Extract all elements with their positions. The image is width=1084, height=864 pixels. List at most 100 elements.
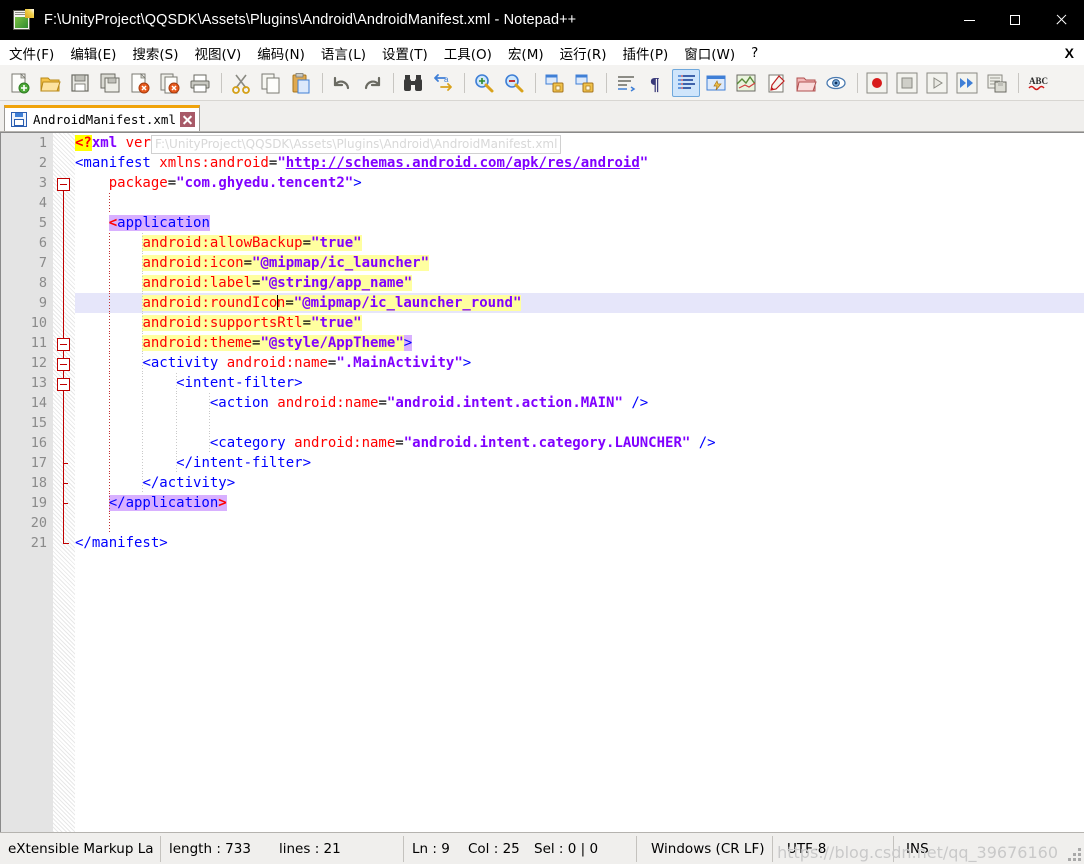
toolbar-button-sync-horizontal-scroll[interactable]: [571, 69, 599, 97]
tab-androidmanifest-xml[interactable]: AndroidManifest.xml: [4, 105, 200, 131]
code-line[interactable]: <activity android:name=".MainActivity">: [75, 353, 1084, 373]
code-line[interactable]: <intent-filter>: [75, 373, 1084, 393]
fold-row[interactable]: [53, 393, 75, 413]
code-line[interactable]: </application>: [75, 493, 1084, 513]
toolbar-button-open-folder[interactable]: [36, 69, 64, 97]
toolbar-button-document-map[interactable]: [732, 69, 760, 97]
menu-item-macro[interactable]: 宏(M): [501, 41, 551, 65]
fold-row[interactable]: [53, 533, 75, 553]
toolbar-button-copy[interactable]: [257, 69, 285, 97]
toolbar-button-record-macro[interactable]: [863, 69, 891, 97]
code-line[interactable]: <category android:name="android.intent.c…: [75, 433, 1084, 453]
menu-item-help[interactable]: ?: [744, 43, 765, 63]
code-line[interactable]: android:label="@string/app_name": [75, 273, 1084, 293]
fold-row[interactable]: [53, 413, 75, 433]
code-canvas[interactable]: <?xml version="1.0" encoding="utf-8"?> <m…: [75, 133, 1084, 832]
code-line[interactable]: <manifest xmlns:android="http://schemas.…: [75, 153, 1084, 173]
fold-collapse-icon[interactable]: [57, 378, 70, 391]
toolbar-button-user-defined-language[interactable]: [702, 69, 730, 97]
menu-item-search[interactable]: 搜索(S): [125, 41, 185, 65]
toolbar-button-function-list[interactable]: [762, 69, 790, 97]
toolbar-button-sync-vertical-scroll[interactable]: [541, 69, 569, 97]
toolbar-button-paste[interactable]: [287, 69, 315, 97]
resize-grip[interactable]: [1068, 848, 1081, 861]
toolbar-button-replace[interactable]: a: [429, 69, 457, 97]
code-line[interactable]: </intent-filter>: [75, 453, 1084, 473]
fold-collapse-icon[interactable]: [57, 338, 70, 351]
maximize-button[interactable]: [992, 0, 1038, 40]
code-line[interactable]: package="com.ghyedu.tencent2">: [75, 173, 1084, 193]
toolbar-button-zoom-out[interactable]: [500, 69, 528, 97]
toolbar-button-run-macro-multiple[interactable]: [953, 69, 981, 97]
toolbar-button-indent-guide[interactable]: [672, 68, 700, 97]
toolbar-button-print[interactable]: [186, 69, 214, 97]
code-line[interactable]: [75, 513, 1084, 533]
code-line[interactable]: android:theme="@style/AppTheme">: [75, 333, 1084, 353]
fold-row[interactable]: [53, 273, 75, 293]
code-line[interactable]: android:allowBackup="true": [75, 233, 1084, 253]
fold-row[interactable]: [53, 513, 75, 533]
tab-close-icon[interactable]: [180, 112, 195, 127]
menu-item-run[interactable]: 运行(R): [553, 41, 614, 65]
code-line[interactable]: [75, 193, 1084, 213]
fold-row[interactable]: [53, 353, 75, 373]
fold-row[interactable]: [53, 433, 75, 453]
fold-row[interactable]: [53, 253, 75, 273]
fold-row[interactable]: [53, 153, 75, 173]
toolbar-button-find-binoculars[interactable]: [399, 69, 427, 97]
toolbar-button-monitor-eye[interactable]: [822, 69, 850, 97]
fold-row[interactable]: [53, 453, 75, 473]
code-line[interactable]: android:supportsRtl="true": [75, 313, 1084, 333]
toolbar-button-redo-arrow[interactable]: [358, 69, 386, 97]
code-line[interactable]: <application: [75, 213, 1084, 233]
fold-row[interactable]: [53, 493, 75, 513]
menu-item-window[interactable]: 窗口(W): [677, 41, 742, 65]
menu-item-language[interactable]: 语言(L): [314, 41, 373, 65]
menu-item-encoding[interactable]: 编码(N): [250, 41, 312, 65]
toolbar-button-folder-as-workspace[interactable]: [792, 69, 820, 97]
close-button[interactable]: [1038, 0, 1084, 40]
menu-item-file[interactable]: 文件(F): [2, 41, 61, 65]
toolbar-button-new-file[interactable]: [6, 69, 34, 97]
fold-row[interactable]: [53, 233, 75, 253]
fold-row[interactable]: [53, 213, 75, 233]
toolbar-button-show-all-chars-pilcrow[interactable]: ¶: [642, 69, 670, 97]
fold-collapse-icon[interactable]: [57, 178, 70, 191]
fold-collapse-icon[interactable]: [57, 358, 70, 371]
toolbar-button-save-macro[interactable]: [983, 69, 1011, 97]
toolbar-button-word-wrap[interactable]: [612, 69, 640, 97]
toolbar-button-close-all-files[interactable]: [156, 69, 184, 97]
toolbar-button-save-all[interactable]: [96, 69, 124, 97]
menu-item-plugins[interactable]: 插件(P): [616, 41, 676, 65]
fold-row[interactable]: [53, 333, 75, 353]
toolbar-button-play-macro[interactable]: [923, 69, 951, 97]
code-line[interactable]: android:icon="@mipmap/ic_launcher": [75, 253, 1084, 273]
toolbar-button-save[interactable]: [66, 69, 94, 97]
menu-item-view[interactable]: 视图(V): [188, 41, 249, 65]
fold-row[interactable]: [53, 373, 75, 393]
toolbar-button-undo-arrow[interactable]: [328, 69, 356, 97]
fold-row[interactable]: [53, 193, 75, 213]
toolbar-button-cut-scissors[interactable]: [227, 69, 255, 97]
toolbar-button-stop-macro[interactable]: [893, 69, 921, 97]
fold-row[interactable]: [53, 313, 75, 333]
code-line[interactable]: [75, 413, 1084, 433]
toolbar-button-close-file[interactable]: [126, 69, 154, 97]
code-line[interactable]: <?xml version="1.0" encoding="utf-8"?>: [75, 133, 1084, 153]
menu-item-tools[interactable]: 工具(O): [437, 41, 499, 65]
fold-row[interactable]: [53, 473, 75, 493]
code-line[interactable]: android:roundIcon="@mipmap/ic_launcher_r…: [75, 293, 1084, 313]
fold-row[interactable]: [53, 173, 75, 193]
minimize-button[interactable]: [946, 0, 992, 40]
menu-item-edit[interactable]: 编辑(E): [63, 41, 123, 65]
close-document-button[interactable]: X: [1065, 45, 1074, 61]
fold-row[interactable]: [53, 293, 75, 313]
fold-row[interactable]: [53, 133, 75, 153]
menu-item-settings[interactable]: 设置(T): [375, 41, 435, 65]
code-line[interactable]: </manifest>: [75, 533, 1084, 553]
code-line[interactable]: </activity>: [75, 473, 1084, 493]
code-line[interactable]: <action android:name="android.intent.act…: [75, 393, 1084, 413]
toolbar-button-spell-check-abc[interactable]: ABC: [1024, 69, 1052, 97]
fold-margin[interactable]: [53, 133, 75, 832]
toolbar-button-zoom-in[interactable]: [470, 69, 498, 97]
